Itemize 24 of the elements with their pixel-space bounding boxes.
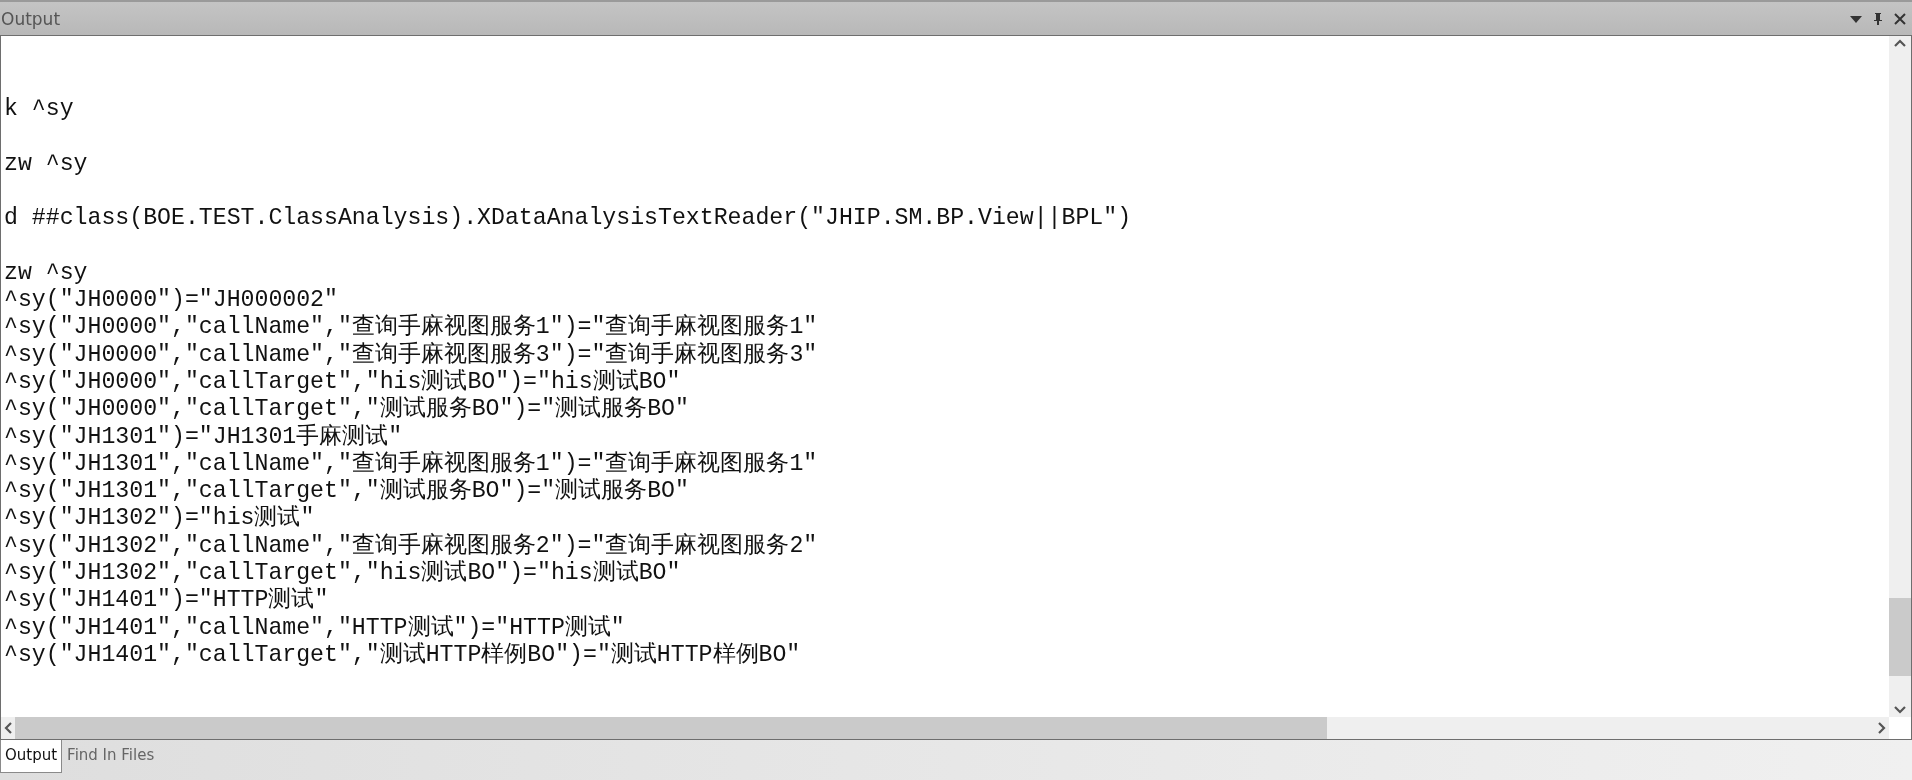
output-line: ^sy("JH1401","callTarget","测试HTTP样例BO")="测试HTTP样例BO"	[4, 641, 802, 670]
output-line: ^sy("JH1301")="JH1301手麻测试"	[4, 423, 404, 450]
scrollbar-thumb[interactable]	[1889, 598, 1911, 676]
output-line: ^sy("JH1302","callTarget","his测试BO")="his测试BO"	[4, 560, 682, 587]
output-line: ^sy("JH1302","callName","查询手麻视图服务2")="查询手麻视图服务2"	[4, 532, 819, 560]
output-line: ^sy("JH1401","callName","HTTP测试")="HTTP测试"	[4, 614, 626, 642]
output-line: ^sy("JH0000","callTarget","测试服务BO")="测试服务BO"	[4, 396, 690, 423]
output-line: ^sy("JH1301","callTarget","测试服务BO")="测试服务BO"	[4, 478, 690, 505]
output-line: ^sy("JH0000","callTarget","his测试BO")="his测试BO"	[4, 368, 682, 396]
output-line: ^sy("JH0000","callName","查询手麻视图服务1")="查询手麻视图服务1"	[4, 314, 819, 341]
output-line: ^sy("JH1301","callName","查询手麻视图服务1")="查询手麻视图服务1"	[4, 450, 819, 478]
output-line: ^sy("JH0000")="JH000002"	[4, 287, 339, 315]
panel-title: Output	[0, 8, 61, 29]
output-line: k ^sy	[4, 96, 75, 124]
close-icon[interactable]	[1892, 10, 1908, 27]
output-line: d ##class(BOE.TEST.ClassAnalysis).XDataAnalysisTextReader("JHIP.SM.BP.View||BPL")	[4, 205, 1133, 233]
scrollbar-thumb[interactable]	[15, 717, 1327, 739]
panel-tab[interactable]: Output	[0, 740, 63, 773]
panel-tab[interactable]: Find In Files	[62, 740, 160, 773]
output-line: ^sy("JH0000","callName","查询手麻视图服务3")="查询手麻视图服务3"	[4, 341, 819, 369]
output-line: ^sy("JH1401")="HTTP测试"	[4, 587, 330, 615]
output-line: ^sy("JH1302")="his测试"	[4, 505, 316, 533]
output-line: zw ^sy	[4, 259, 89, 288]
output-line: zw ^sy	[4, 150, 89, 178]
